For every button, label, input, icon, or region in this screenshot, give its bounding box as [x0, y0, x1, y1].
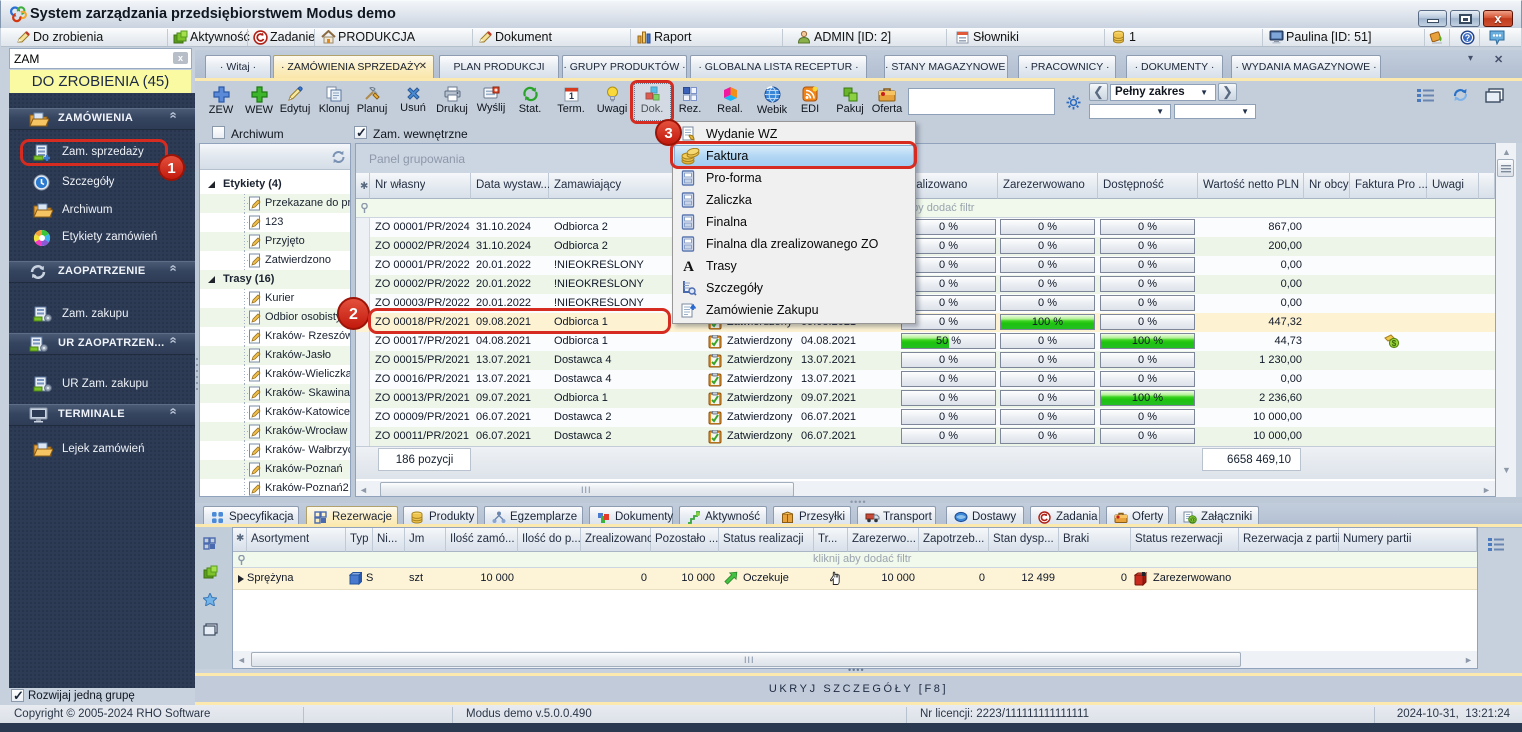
svg-text:A: A — [683, 259, 694, 273]
svg-text:@: @ — [1189, 517, 1195, 524]
svg-text:$: $ — [1392, 339, 1397, 348]
svg-text:?: ? — [1465, 33, 1471, 43]
svg-text:1: 1 — [568, 91, 573, 101]
